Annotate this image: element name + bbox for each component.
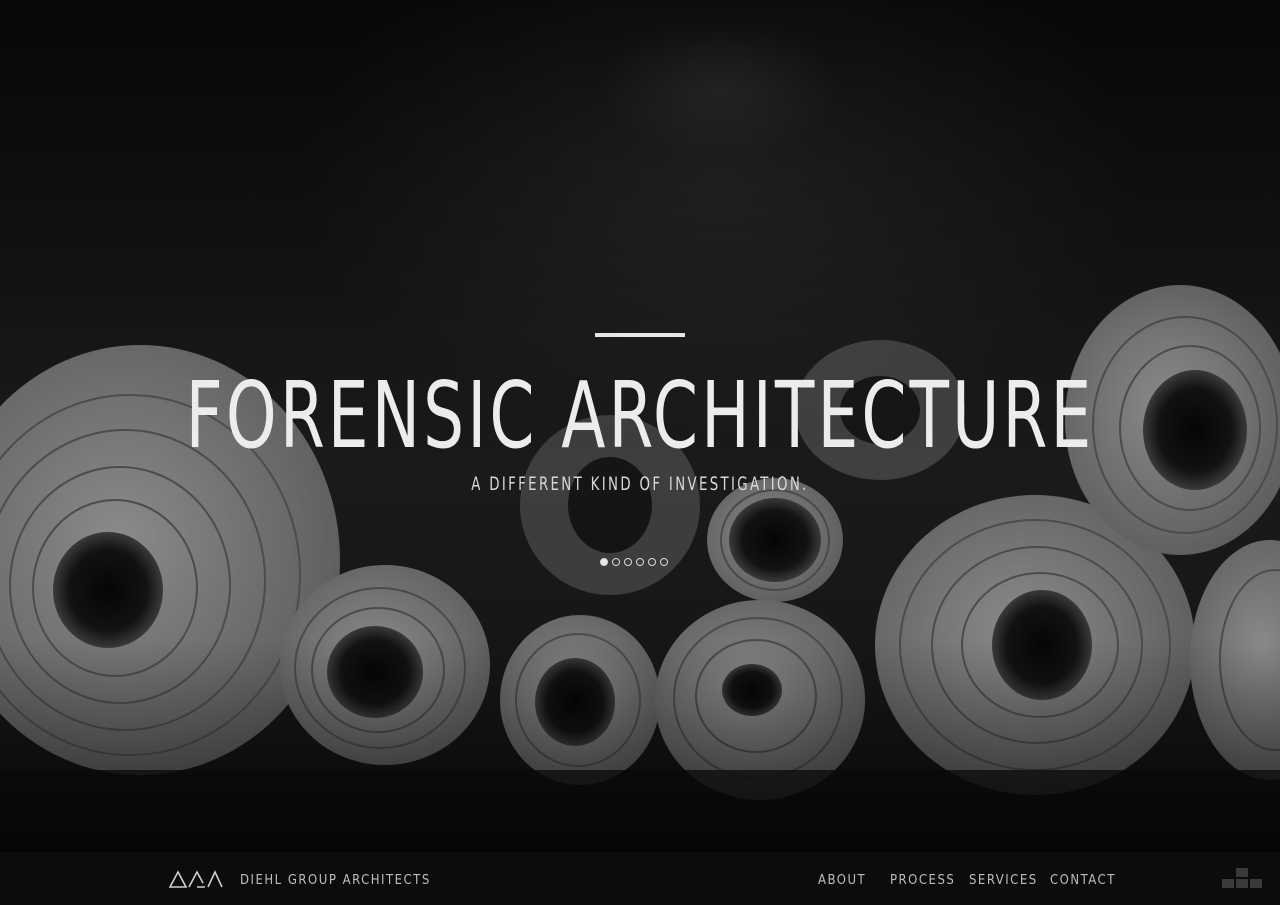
slide-dot-2[interactable]: [612, 558, 620, 566]
slide-dot-5[interactable]: [648, 558, 656, 566]
hero-subtitle: A DIFFERENT KIND OF INVESTIGATION.: [471, 473, 809, 495]
page: FORENSIC ARCHITECTURE A DIFFERENT KIND O…: [0, 0, 1280, 905]
hero-slider: FORENSIC ARCHITECTURE A DIFFERENT KIND O…: [0, 0, 1280, 852]
slide-dot-6[interactable]: [660, 558, 668, 566]
slide-dot-1[interactable]: [600, 558, 608, 566]
title-divider: [595, 333, 685, 337]
nav-services-link[interactable]: SERVICES: [969, 873, 1038, 888]
nav-about-link[interactable]: ABOUT: [818, 873, 866, 888]
dga-triangles-logo-icon[interactable]: [168, 868, 224, 890]
site-nav-bar: DIEHL GROUP ARCHITECTS ABOUT PROCESS SER…: [0, 852, 1280, 905]
slide-pager: [600, 558, 668, 568]
brand-name-link[interactable]: DIEHL GROUP ARCHITECTS: [240, 873, 431, 888]
nav-contact-link[interactable]: CONTACT: [1050, 873, 1116, 888]
nav-process-link[interactable]: PROCESS: [890, 873, 955, 888]
slide-dot-3[interactable]: [624, 558, 632, 566]
slide-dot-4[interactable]: [636, 558, 644, 566]
hero-caption: FORENSIC ARCHITECTURE A DIFFERENT KIND O…: [0, 0, 1280, 852]
grid-blocks-icon[interactable]: [1222, 868, 1264, 890]
hero-title: FORENSIC ARCHITECTURE: [185, 362, 1095, 469]
